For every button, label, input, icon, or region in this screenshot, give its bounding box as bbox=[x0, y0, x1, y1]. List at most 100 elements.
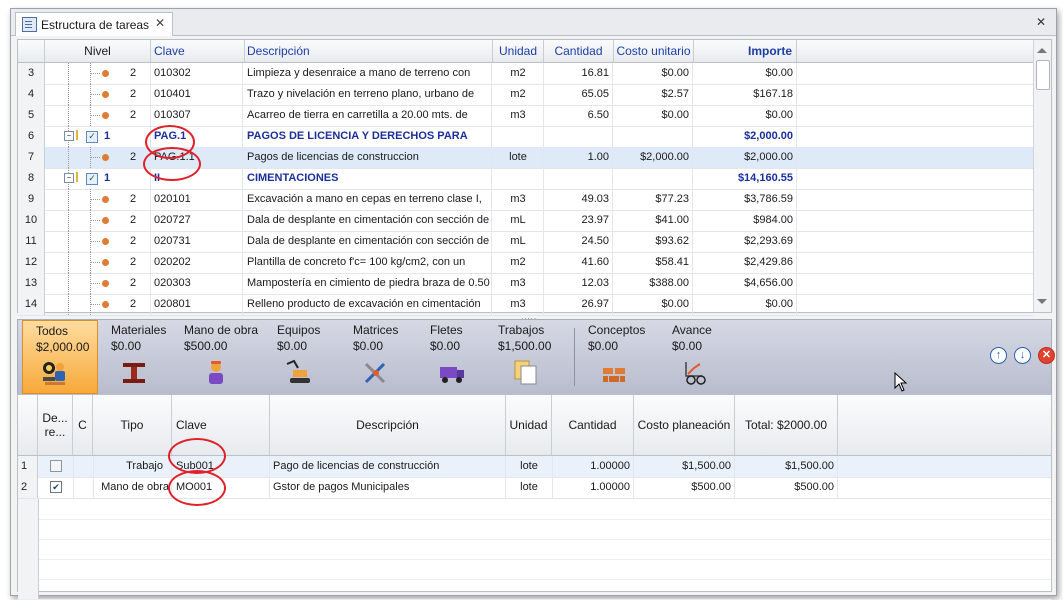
row-descripcion[interactable]: Pago de licencias de construcción bbox=[270, 456, 506, 477]
ribbon-conceptos-value: $0.00 bbox=[588, 339, 619, 353]
row-cantidad[interactable]: 1.00 bbox=[544, 147, 613, 168]
task-row[interactable]: 11 2 020731 Dala de desplante en cimentació… bbox=[18, 231, 1033, 253]
scroll-down-icon[interactable] bbox=[1037, 299, 1047, 304]
row-costo-unitario[interactable]: $388.00 bbox=[614, 273, 693, 294]
col-descripcion[interactable]: Descripción bbox=[244, 40, 493, 62]
row-cantidad[interactable] bbox=[544, 168, 613, 189]
row-cantidad[interactable]: 6.50 bbox=[544, 105, 613, 126]
delete-icon[interactable]: ✕ bbox=[1038, 347, 1055, 364]
row-costo-unitario[interactable]: $41.00 bbox=[614, 210, 693, 231]
row-number: 4 bbox=[18, 84, 45, 105]
row-descripcion[interactable]: Plantilla de concreto f'c= 100 kg/cm2, c… bbox=[244, 252, 492, 273]
tab-close-icon[interactable]: ✕ bbox=[155, 16, 165, 30]
ribbon-materiales-button[interactable]: Materiales $0.00 bbox=[98, 320, 174, 394]
ribbon-trabajos-button[interactable]: Trabajos $1,500.00 bbox=[490, 320, 570, 394]
row-costo-unitario[interactable]: $2.57 bbox=[614, 84, 693, 105]
col-descripcion[interactable]: Descripción bbox=[270, 395, 506, 455]
ribbon-equipos-button[interactable]: Equipos $0.00 bbox=[264, 320, 340, 394]
row-clave[interactable]: 010401 bbox=[151, 84, 243, 105]
row-unidad bbox=[493, 126, 544, 147]
ribbon-avance-button[interactable]: Avance $0.00 bbox=[662, 320, 742, 394]
col-de-re[interactable]: De... re... bbox=[38, 395, 73, 455]
row-descripcion[interactable]: Gstor de pagos Municipales bbox=[270, 477, 506, 498]
col-unidad[interactable]: Unidad bbox=[493, 40, 544, 62]
scroll-up-icon[interactable] bbox=[1037, 48, 1047, 53]
tab-estructura-de-tareas[interactable]: Estructura de tareas ✕ bbox=[15, 12, 173, 36]
ribbon-conceptos-button[interactable]: Conceptos $0.00 bbox=[578, 320, 662, 394]
row-cantidad[interactable]: 26.97 bbox=[544, 294, 613, 315]
row-costo-unitario[interactable]: $0.00 bbox=[614, 63, 693, 84]
checkbox-unchecked[interactable] bbox=[50, 460, 62, 472]
row-cantidad[interactable]: 1.00000 bbox=[552, 456, 634, 477]
move-down-icon[interactable]: ↓ bbox=[1014, 347, 1031, 364]
ribbon-fletes-label: Fletes bbox=[430, 323, 463, 337]
row-descripcion[interactable]: Excavación a mano en cepas en terreno cl… bbox=[244, 189, 492, 210]
ribbon-matrices-button[interactable]: Matrices $0.00 bbox=[340, 320, 420, 394]
task-row[interactable]: 3 2 010302 Limpieza y desenraice a mano de … bbox=[18, 63, 1033, 85]
col-costo-unitario[interactable]: Costo unitario bbox=[614, 40, 694, 62]
col-total[interactable]: Total: $2000.00 bbox=[735, 395, 838, 455]
tasks-grid-scrollbar[interactable] bbox=[1033, 40, 1051, 312]
row-descripcion[interactable]: Limpieza y desenraice a mano de terreno … bbox=[244, 63, 492, 84]
row-clave[interactable]: 020731 bbox=[151, 231, 243, 252]
row-cantidad[interactable]: 41.60 bbox=[544, 252, 613, 273]
col-cantidad[interactable]: Cantidad bbox=[552, 395, 634, 455]
row-descripcion[interactable]: Dala de desplante en cimentación con sec… bbox=[244, 231, 492, 252]
col-costo-planeacion[interactable]: Costo planeación bbox=[634, 395, 735, 455]
row-cantidad[interactable]: 65.05 bbox=[544, 84, 613, 105]
row-costo-unitario[interactable]: $93.62 bbox=[614, 231, 693, 252]
row-descripcion[interactable]: CIMENTACIONES bbox=[244, 168, 492, 189]
row-costo-unitario[interactable]: $2,000.00 bbox=[614, 147, 693, 168]
row-cantidad[interactable]: 23.97 bbox=[544, 210, 613, 231]
row-costo[interactable]: $500.00 bbox=[634, 477, 735, 498]
col-cantidad[interactable]: Cantidad bbox=[544, 40, 614, 62]
ribbon-mano-de-obra-button[interactable]: Mano de obra $500.00 bbox=[174, 320, 264, 394]
task-row[interactable]: 13 2 020303 Mampostería en cimiento de pied… bbox=[18, 273, 1033, 295]
row-costo-unitario[interactable]: $58.41 bbox=[614, 252, 693, 273]
row-costo[interactable]: $1,500.00 bbox=[634, 456, 735, 477]
row-costo-unitario[interactable]: $0.00 bbox=[614, 294, 693, 315]
row-cantidad[interactable]: 24.50 bbox=[544, 231, 613, 252]
move-up-icon[interactable]: ↑ bbox=[990, 347, 1007, 364]
task-row[interactable]: 10 2 020727 Dala de desplante en cimentació… bbox=[18, 210, 1033, 232]
row-costo-unitario[interactable]: $0.00 bbox=[614, 105, 693, 126]
row-descripcion[interactable]: Relleno producto de excavación en ciment… bbox=[244, 294, 492, 315]
row-cantidad[interactable]: 49.03 bbox=[544, 189, 613, 210]
col-clave[interactable]: Clave bbox=[151, 40, 245, 62]
row-cantidad[interactable]: 1.00000 bbox=[552, 477, 634, 498]
row-descripcion[interactable]: Acarreo de tierra en carretilla a 20.00 … bbox=[244, 105, 492, 126]
col-c[interactable]: C bbox=[73, 395, 93, 455]
row-clave[interactable]: 020801 bbox=[151, 294, 243, 315]
col-tipo[interactable]: Tipo bbox=[93, 395, 172, 455]
ribbon-todos-button[interactable]: Todos $2,000.00 bbox=[22, 320, 98, 394]
row-costo-unitario[interactable] bbox=[614, 168, 693, 189]
row-cantidad[interactable] bbox=[544, 126, 613, 147]
row-clave[interactable]: 010302 bbox=[151, 63, 243, 84]
task-row[interactable]: 4 2 010401 Trazo y nivelación en terreno pl… bbox=[18, 84, 1033, 106]
col-unidad[interactable]: Unidad bbox=[506, 395, 552, 455]
row-descripcion[interactable]: PAGOS DE LICENCIA Y DERECHOS PARA bbox=[244, 126, 492, 147]
row-descripcion[interactable]: Dala de desplante en cimentación con sec… bbox=[244, 210, 492, 231]
row-clave[interactable]: 010307 bbox=[151, 105, 243, 126]
window-close-icon[interactable]: ✕ bbox=[1036, 15, 1046, 29]
row-unidad: mL bbox=[493, 231, 544, 252]
task-row[interactable]: 12 2 020202 Plantilla de concreto f'c= 100 … bbox=[18, 252, 1033, 274]
ribbon-fletes-button[interactable]: Fletes $0.00 bbox=[420, 320, 490, 394]
row-descripcion[interactable]: Trazo y nivelación en terreno plano, urb… bbox=[244, 84, 492, 105]
row-clave[interactable]: 020101 bbox=[151, 189, 243, 210]
scroll-thumb[interactable] bbox=[1036, 60, 1050, 90]
task-row[interactable]: 9 2 020101 Excavación a mano en cepas en te… bbox=[18, 189, 1033, 211]
row-costo-unitario[interactable] bbox=[614, 126, 693, 147]
row-clave[interactable]: 020727 bbox=[151, 210, 243, 231]
task-row[interactable]: 5 2 010307 Acarreo de tierra en carretilla … bbox=[18, 105, 1033, 127]
col-importe[interactable]: Importe bbox=[694, 40, 797, 62]
checkbox-checked[interactable]: ✔ bbox=[50, 481, 62, 493]
row-cantidad[interactable]: 12.03 bbox=[544, 273, 613, 294]
row-clave[interactable]: 020303 bbox=[151, 273, 243, 294]
row-descripcion[interactable]: Pagos de licencias de construccion bbox=[244, 147, 492, 168]
row-costo-unitario[interactable]: $77.23 bbox=[614, 189, 693, 210]
row-descripcion[interactable]: Mampostería en cimiento de piedra braza … bbox=[244, 273, 492, 294]
row-clave[interactable]: 020202 bbox=[151, 252, 243, 273]
row-cantidad[interactable]: 16.81 bbox=[544, 63, 613, 84]
col-nivel[interactable]: Nivel bbox=[45, 40, 151, 62]
